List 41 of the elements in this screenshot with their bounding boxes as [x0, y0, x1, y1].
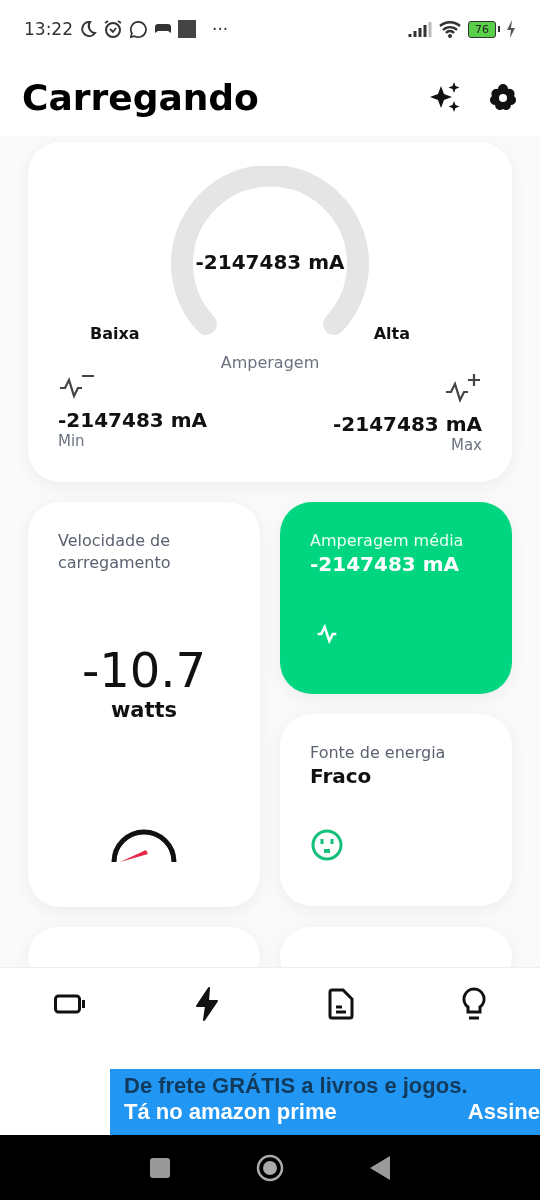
lightning-icon — [194, 987, 220, 1021]
average-value: -2147483 mA — [310, 552, 460, 576]
min-label: Min — [58, 432, 85, 450]
signal-icon — [408, 21, 432, 37]
chat-icon — [129, 19, 148, 39]
min-value: -2147483 mA — [58, 408, 207, 432]
speed-unit: watts — [109, 698, 179, 722]
max-value: -2147483 mA — [333, 412, 482, 436]
settings-button[interactable] — [488, 82, 518, 112]
alarm-icon — [103, 19, 123, 39]
outlet-icon — [310, 828, 344, 862]
ad-banner[interactable]: De frete GRÁTIS a livros e jogos. Tá no amazon prime Assine — [110, 1069, 540, 1135]
power-source-value: Fraco — [310, 764, 373, 788]
more-notifications: ··· — [212, 19, 229, 39]
moon-icon — [79, 20, 97, 38]
card-label: Velocidade de carregamento — [58, 530, 172, 574]
ad-action: Assine — [467, 1099, 540, 1125]
high-label: Alta — [373, 324, 410, 343]
amperage-value: -2147483 mA — [195, 250, 345, 274]
page-title: Carregando — [22, 76, 260, 118]
card-label: Amperagem média — [310, 530, 465, 552]
wifi-icon — [438, 20, 462, 38]
lightbulb-icon — [462, 987, 486, 1021]
ad-headline: De frete GRÁTIS a livros e jogos. — [124, 1073, 469, 1099]
document-icon — [328, 988, 354, 1020]
recents-button[interactable] — [150, 1157, 170, 1178]
gauge-caption: Amperagem — [220, 353, 320, 372]
ad-subline: Tá no amazon prime — [124, 1099, 337, 1125]
card-label: Fonte de energia — [310, 742, 447, 764]
back-button[interactable] — [370, 1155, 390, 1180]
home-button[interactable] — [256, 1153, 284, 1182]
charging-icon — [506, 20, 516, 38]
max-label: Max — [451, 436, 482, 454]
battery-icon — [54, 994, 86, 1014]
low-label: Baixa — [90, 324, 140, 343]
pulse-minus-icon — [58, 372, 96, 400]
clock: 13:22 — [24, 19, 73, 39]
pulse-plus-icon — [444, 372, 482, 404]
sparkle-button[interactable] — [430, 82, 460, 112]
speed-value: -10.7 — [80, 642, 208, 698]
square-icon — [178, 20, 196, 38]
